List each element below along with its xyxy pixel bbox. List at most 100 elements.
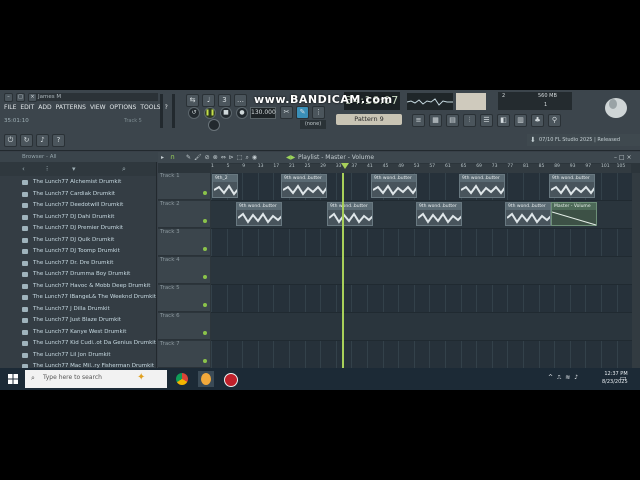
slice-icon[interactable]: ⊳ xyxy=(229,152,234,163)
delete-icon[interactable]: ⊘ xyxy=(205,152,210,163)
minimize-icon[interactable]: – xyxy=(4,93,13,102)
browser-item[interactable]: The Lunch77 J Dilla Drumkit xyxy=(0,304,156,316)
pattern-none-select[interactable]: (none) xyxy=(300,120,326,129)
tempo-knob[interactable] xyxy=(208,119,220,131)
chrome-icon[interactable] xyxy=(176,373,188,385)
playhead[interactable] xyxy=(342,173,344,390)
tray-chevron-icon[interactable]: ^ xyxy=(548,374,553,382)
track-header[interactable]: Track 6 xyxy=(158,313,210,340)
slip-icon[interactable]: ⇔ xyxy=(221,152,226,163)
record-mode-icon[interactable]: 3 xyxy=(218,94,231,107)
paint-icon[interactable]: 🖌 xyxy=(194,152,202,163)
browser-item[interactable]: The Lunch77 DJ Premier Drumkit xyxy=(0,223,156,235)
system-tray[interactable]: ^ ⎍ ≋ ♪ xyxy=(548,374,578,382)
template-icon[interactable]: ▥ xyxy=(514,114,527,127)
arrow-icon[interactable]: ▸ xyxy=(161,152,164,163)
pattern-selector[interactable]: Pattern 9 xyxy=(336,114,402,125)
master-volume-slider[interactable] xyxy=(160,94,163,128)
browser-item[interactable]: The Lunch77 IBangeL& The Weeknd Drumkit xyxy=(0,292,156,304)
playlist-scrollbar[interactable] xyxy=(632,173,640,390)
menu-tools[interactable]: TOOLS xyxy=(140,104,160,111)
cut-tool-icon[interactable]: ✂ xyxy=(280,106,293,119)
plugin-icon[interactable]: ◧ xyxy=(497,114,510,127)
notification-icon[interactable]: ▭ xyxy=(620,374,627,382)
search-icon[interactable]: ⌕ xyxy=(122,165,126,174)
bandicam-taskbar-icon[interactable] xyxy=(224,373,238,387)
step-tool-icon[interactable]: ⋮ xyxy=(312,106,325,119)
browser-item[interactable]: The Lunch77 Drumma Boy Drumkit xyxy=(0,269,156,281)
browser-item[interactable]: The Lunch77 DJ Dahi Drumkit xyxy=(0,212,156,224)
mute-icon[interactable]: ⊗ xyxy=(213,152,218,163)
wait-icon[interactable]: … xyxy=(234,94,247,107)
play-button[interactable]: ❚❚ xyxy=(204,107,216,119)
track-enable-led[interactable] xyxy=(203,359,207,363)
menu-add[interactable]: ADD xyxy=(38,104,51,111)
browser-item[interactable]: The Lunch77 Deedotwill Drumkit xyxy=(0,200,156,212)
automation-clip[interactable]: Master - Volume xyxy=(551,202,597,226)
zoom-icon[interactable]: ⌕ xyxy=(245,152,248,163)
browser-item[interactable]: The Lunch77 Havoc & Mobb Deep Drumkit xyxy=(0,281,156,293)
track-enable-led[interactable] xyxy=(203,303,207,307)
audio-clip[interactable]: 9th wond..butter xyxy=(416,202,462,226)
browser-item[interactable]: The Lunch77 DJ Quik Drumkit xyxy=(0,235,156,247)
stop-button[interactable]: ■ xyxy=(220,107,232,119)
network-icon[interactable]: ⎍ xyxy=(557,374,561,382)
draw-icon[interactable]: ✎ xyxy=(186,152,191,163)
browser-item[interactable]: The Lunch77 Lil Jon Drumkit xyxy=(0,350,156,362)
browser-item[interactable]: The Lunch77 Cardiak Drumkit xyxy=(0,189,156,201)
track-header[interactable]: Track 5 xyxy=(158,285,210,312)
track-lane[interactable] xyxy=(211,285,633,313)
tempo-display[interactable]: 130.000 xyxy=(250,107,276,119)
audio-clip[interactable]: 9th wond..butter xyxy=(371,174,417,198)
track-header[interactable]: Track 7 xyxy=(158,341,210,368)
track-enable-led[interactable] xyxy=(203,331,207,335)
track-lane[interactable] xyxy=(211,257,633,285)
browser-item[interactable]: The Lunch77 Just Blaze Drumkit xyxy=(0,315,156,327)
wifi-icon[interactable]: ≋ xyxy=(565,374,570,382)
channel-rack-icon[interactable]: ▤ xyxy=(446,114,459,127)
playhead-marker-icon[interactable] xyxy=(341,163,349,169)
browser-item[interactable]: The Lunch77 Alchemist Drumkit xyxy=(0,177,156,189)
track-lane[interactable] xyxy=(211,341,633,369)
track-lane[interactable] xyxy=(211,229,633,257)
track-header[interactable]: Track 2 xyxy=(158,201,210,228)
windows-start-icon[interactable] xyxy=(8,374,18,384)
piano-roll-icon[interactable]: ▦ xyxy=(429,114,442,127)
maximize-icon[interactable]: □ xyxy=(16,93,25,102)
track-header[interactable]: Track 4 xyxy=(158,257,210,284)
record-button[interactable]: ● xyxy=(236,107,248,119)
track-enable-led[interactable] xyxy=(203,191,207,195)
metronome-icon[interactable]: ♩ xyxy=(202,94,215,107)
menu-patterns[interactable]: PATTERNS xyxy=(56,104,86,111)
effects-icon[interactable]: ♣ xyxy=(531,114,544,127)
audio-clip[interactable]: 9th wond..butter xyxy=(281,174,327,198)
menu-file[interactable]: FILE xyxy=(4,104,16,111)
draw-tool-icon[interactable]: ✎ xyxy=(296,106,309,119)
playlist-window-controls[interactable]: – □ × xyxy=(614,152,632,163)
menu-options[interactable]: OPTIONS xyxy=(110,104,137,111)
pattern-arrow-icon[interactable]: ◀▶ xyxy=(286,152,295,163)
filter-icon[interactable]: ⁝ xyxy=(46,165,48,173)
speaker-icon[interactable]: ♪ xyxy=(36,134,49,147)
select-icon[interactable]: ⬚ xyxy=(237,152,243,163)
news-ticker[interactable]: 07/10 FL Studio 2025 | Released xyxy=(527,134,640,146)
playlist-icon[interactable]: ≡ xyxy=(412,114,425,127)
playback-icon[interactable]: ◉ xyxy=(252,152,257,163)
menu-edit[interactable]: EDIT xyxy=(20,104,34,111)
browser-item[interactable]: The Lunch77 Dr. Dre Drumkit xyxy=(0,258,156,270)
close-icon[interactable]: × xyxy=(28,93,37,102)
track-lanes[interactable]: 9th_2 9th wond..butter 9th wond..butter … xyxy=(211,173,633,390)
menu-view[interactable]: VIEW xyxy=(90,104,106,111)
fl-studio-taskbar-icon[interactable] xyxy=(198,371,214,387)
tuner-icon[interactable]: ⚲ xyxy=(548,114,561,127)
track-lane[interactable] xyxy=(211,313,633,341)
audio-clip[interactable]: 9th_2 xyxy=(212,174,238,198)
audio-clip[interactable]: 9th wond..butter xyxy=(327,202,373,226)
download-icon[interactable]: ⬇ xyxy=(530,136,536,144)
timeline-ruler[interactable]: 1 5 9 13 17 21 25 29 33 37 41 45 49 53 57 61 65 69 73 77 81 8… xyxy=(211,164,631,173)
refresh-icon[interactable]: ↻ xyxy=(20,134,33,147)
audio-clip[interactable]: 9th wond..butter xyxy=(459,174,505,198)
volume-icon[interactable]: ♪ xyxy=(574,374,578,382)
help-icon[interactable]: ? xyxy=(52,134,65,147)
pat-song-icon[interactable]: ⇆ xyxy=(186,94,199,107)
